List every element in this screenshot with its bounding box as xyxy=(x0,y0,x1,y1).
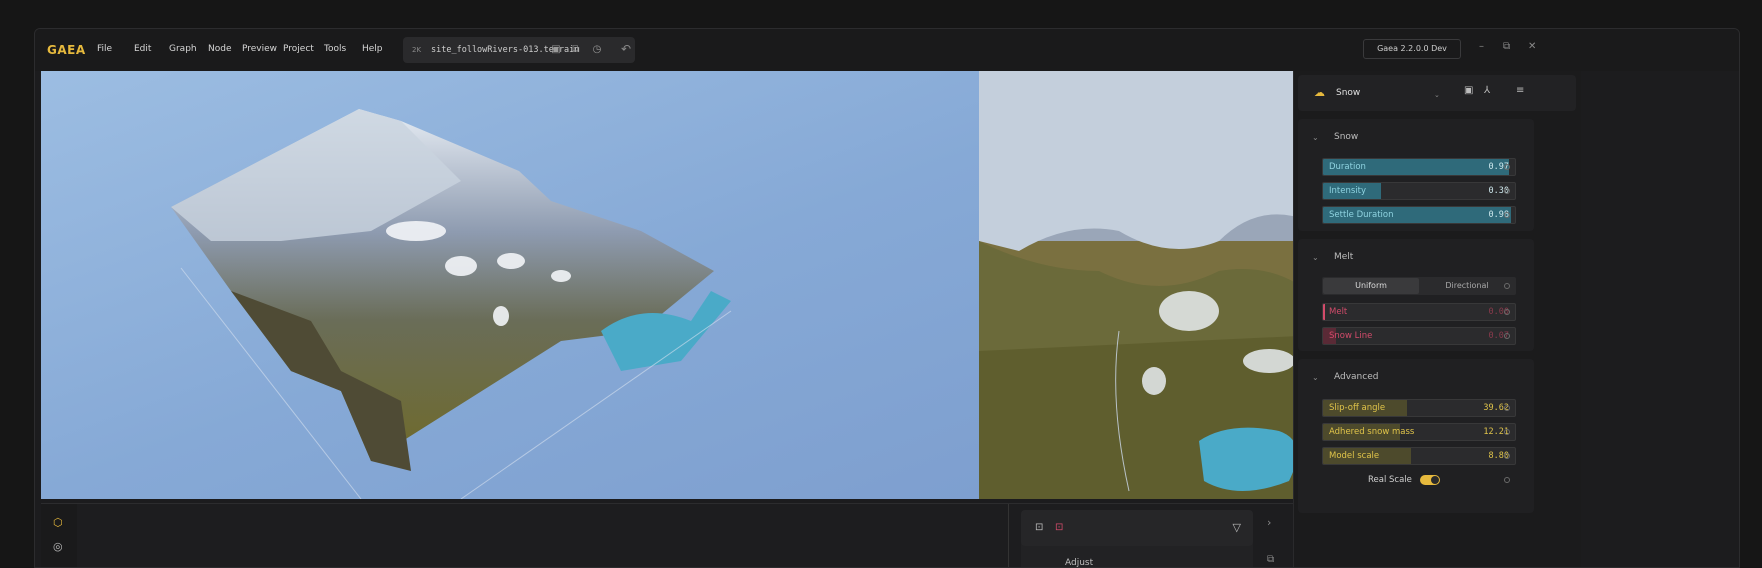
focus-icon[interactable]: ⊡ xyxy=(1055,522,1063,533)
copy-icon[interactable]: ⧉ xyxy=(570,44,582,56)
slider-label: Duration xyxy=(1329,162,1366,172)
undo-icon[interactable]: ↶ xyxy=(621,42,631,56)
slider-label: Intensity xyxy=(1329,186,1366,196)
globe-icon[interactable]: ◎ xyxy=(53,540,63,553)
slider-label: Snow Line xyxy=(1329,331,1373,341)
cube-icon[interactable]: ⬡ xyxy=(53,516,63,529)
menu-graph[interactable]: Graph xyxy=(169,44,197,54)
list-item[interactable]: Adjust xyxy=(1065,558,1093,567)
bottom-toolbar: ⬡ ◎ xyxy=(41,504,77,567)
graph-area[interactable] xyxy=(77,504,1009,567)
menu-tools[interactable]: Tools xyxy=(324,44,346,54)
file-box[interactable]: 2K site_followRivers-013.terrain ▣ ⧉ ◷ xyxy=(403,37,635,63)
section-advanced: ⌄ Advanced Slip-off angle 39.62 Adhered … xyxy=(1298,359,1534,513)
menu-preview[interactable]: Preview xyxy=(242,44,277,54)
mode-directional[interactable]: Directional xyxy=(1420,278,1514,294)
intensity-slider[interactable]: Intensity 0.30 xyxy=(1322,182,1516,200)
menu-project[interactable]: Project xyxy=(283,44,314,54)
duration-slider[interactable]: Duration 0.97 xyxy=(1322,158,1516,176)
hamburger-icon[interactable]: ≡ xyxy=(1516,85,1524,96)
keyframe-dot[interactable] xyxy=(1504,309,1510,315)
app-logo: GAEA xyxy=(47,43,86,57)
node-header: ☁ Snow ⌄ ▣ ⅄ ≡ xyxy=(1298,75,1576,111)
close-icon[interactable]: ✕ xyxy=(1528,41,1536,52)
melt-slider[interactable]: Melt 0.00 xyxy=(1322,303,1516,321)
viewport-3d[interactable] xyxy=(41,71,979,499)
slider-label: Melt xyxy=(1329,307,1348,317)
history-icon[interactable]: ◷ xyxy=(591,44,603,56)
copy-panel-icon[interactable]: ⧉ xyxy=(1267,554,1274,565)
model-scale-slider[interactable]: Model scale 8.80 xyxy=(1322,447,1516,465)
section-title: Melt xyxy=(1334,252,1354,262)
slider-label: Settle Duration xyxy=(1329,210,1394,220)
keyframe-dot[interactable] xyxy=(1504,429,1510,435)
slider-label: Model scale xyxy=(1329,451,1380,461)
title-bar: GAEA File Edit Graph Node Preview Projec… xyxy=(35,29,1739,71)
filter-icon[interactable]: ▽ xyxy=(1233,521,1241,534)
panel-icon[interactable]: ▣ xyxy=(1464,85,1473,96)
section-title: Advanced xyxy=(1334,372,1379,382)
chevron-down-icon[interactable]: ⌄ xyxy=(1434,91,1440,99)
properties-panel: ☁ Snow ⌄ ▣ ⅄ ≡ ⌄ Snow Duration 0.97 Inte… xyxy=(1293,71,1581,567)
version-badge: Gaea 2.2.0.0 Dev xyxy=(1363,39,1461,59)
keyframe-dot[interactable] xyxy=(1504,164,1510,170)
app-window: GAEA File Edit Graph Node Preview Projec… xyxy=(34,28,1740,568)
menu-file[interactable]: File xyxy=(97,44,112,54)
menu-help[interactable]: Help xyxy=(362,44,383,54)
minimize-icon[interactable]: – xyxy=(1479,41,1484,52)
slip-off-angle-slider[interactable]: Slip-off angle 39.62 xyxy=(1322,399,1516,417)
keyframe-dot[interactable] xyxy=(1504,453,1510,459)
section-snow: ⌄ Snow Duration 0.97 Intensity 0.30 Sett… xyxy=(1298,119,1534,231)
node-list-header: ⊡ ⊡ ▽ xyxy=(1021,510,1253,546)
chevron-down-icon[interactable]: ⌄ xyxy=(1312,373,1319,382)
select-icon[interactable]: ⊡ xyxy=(1035,522,1043,533)
branch-icon[interactable]: ⅄ xyxy=(1484,85,1490,96)
save-icon[interactable]: ▣ xyxy=(550,44,562,56)
cloud-icon: ☁ xyxy=(1314,86,1325,99)
keyframe-dot[interactable] xyxy=(1504,477,1510,483)
snow-line-slider[interactable]: Snow Line 0.07 xyxy=(1322,327,1516,345)
slider-fill xyxy=(1323,304,1325,320)
chevron-right-icon[interactable]: › xyxy=(1267,516,1271,529)
node-title: Snow xyxy=(1336,88,1361,98)
adhered-snow-mass-slider[interactable]: Adhered snow mass 12.21 xyxy=(1322,423,1516,441)
melt-mode-selector: Uniform Directional xyxy=(1322,277,1516,295)
keyframe-dot[interactable] xyxy=(1504,405,1510,411)
menu-node[interactable]: Node xyxy=(208,44,232,54)
real-scale-toggle[interactable] xyxy=(1420,475,1440,485)
mode-uniform[interactable]: Uniform xyxy=(1323,278,1419,294)
terrain-3d-render xyxy=(171,109,732,499)
node-list-panel: ⊡ ⊡ ▽ Adjust xyxy=(1021,510,1253,567)
section-melt: ⌄ Melt Uniform Directional Melt 0.00 Sno… xyxy=(1298,239,1534,351)
real-scale-label: Real Scale xyxy=(1368,475,1412,485)
keyframe-dot[interactable] xyxy=(1504,188,1510,194)
chevron-down-icon[interactable]: ⌄ xyxy=(1312,133,1319,142)
menu-edit[interactable]: Edit xyxy=(134,44,151,54)
slider-label: Slip-off angle xyxy=(1329,403,1386,413)
resolution-badge[interactable]: 2K xyxy=(412,46,421,54)
section-title: Snow xyxy=(1334,132,1359,142)
keyframe-dot[interactable] xyxy=(1504,212,1510,218)
keyframe-dot[interactable] xyxy=(1504,333,1510,339)
chevron-down-icon[interactable]: ⌄ xyxy=(1312,253,1319,262)
settle-duration-slider[interactable]: Settle Duration 0.98 xyxy=(1322,206,1516,224)
keyframe-dot[interactable] xyxy=(1504,283,1510,289)
maximize-icon[interactable]: ⧉ xyxy=(1503,41,1510,52)
slider-label: Adhered snow mass xyxy=(1329,427,1415,437)
bottom-panel: ⬡ ◎ ⊡ ⊡ ▽ Adjust › ⧉ xyxy=(41,503,1405,567)
